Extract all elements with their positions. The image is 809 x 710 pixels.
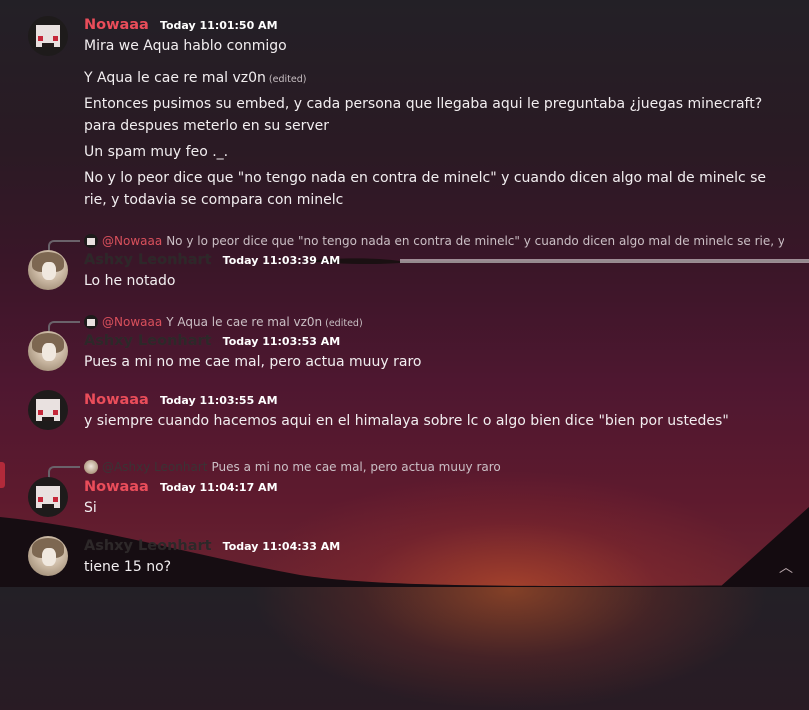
chevron-up-icon[interactable]: ︿ [779,557,793,577]
message-text: Un spam muy feo ._. [84,144,229,160]
message-text: y siempre cuando hacemos aqui en el hima… [84,413,729,429]
message-text: Si [84,500,97,516]
message-text: No y lo peor dice que "no tengo nada en … [84,170,767,208]
timestamp: Today 11:01:50 AM [159,19,278,32]
message-text-content: Y Aqua le cae re mal vz0n [84,70,266,86]
unread-indicator [0,462,5,488]
timestamp: Today 11:03:55 AM [159,394,278,407]
username[interactable]: Ashxy Leonhart [84,252,212,268]
reply-author[interactable]: @Nowaaa [102,315,162,329]
timestamp: Today 11:03:39 AM [222,254,341,267]
timestamp: Today 11:04:33 AM [222,540,341,553]
message-text: Y Aqua le cae re mal vz0n (edited) [84,67,784,91]
message-text: Pues a mi no me cae mal, pero actua muuy… [84,354,422,370]
username[interactable]: Ashxy Leonhart [84,538,212,554]
username[interactable]: Nowaaa [84,392,149,408]
username[interactable]: Ashxy Leonhart [84,333,212,349]
reply-author[interactable]: @Nowaaa [102,234,162,248]
message-text: Entonces pusimos su embed, y cada person… [84,96,763,134]
timestamp: Today 11:03:53 AM [222,335,341,348]
message-header: Ashxy Leonhart Today 11:03:39 AM [84,250,340,268]
reply-text: Pues a mi no me cae mal, pero actua muuy… [211,460,501,474]
message-header: Ashxy Leonhart Today 11:03:53 AM [84,331,340,349]
reply-connector [48,466,80,478]
reply-avatar-icon [84,460,98,474]
reply-avatar-icon [84,315,98,329]
edited-label: (edited) [325,318,363,329]
photo-avatar-icon[interactable] [28,536,68,576]
reply-text: Y Aqua le cae re mal vz0n [166,315,323,329]
message-header: Nowaaa Today 11:01:50 AM [84,15,278,33]
message-text: Mira we Aqua hablo conmigo [84,38,287,54]
pixel-avatar-icon[interactable] [28,16,68,56]
reply-preview[interactable]: @Nowaaa No y lo peor dice que "no tengo n… [84,233,784,249]
edited-label: (edited) [268,74,307,85]
pixel-avatar-icon[interactable] [28,390,68,430]
reply-text: No y lo peor dice que "no tengo nada en … [166,234,784,248]
pixel-avatar-icon[interactable] [28,477,68,517]
message-header: Nowaaa Today 11:03:55 AM [84,390,278,408]
reply-preview[interactable]: @Ashxy Leonhart Pues a mi no me cae mal, … [84,459,784,475]
reply-avatar-icon [84,234,98,248]
message-text: Lo he notado [84,273,176,289]
message-text: tiene 15 no? [84,559,172,575]
message-header: Ashxy Leonhart Today 11:04:33 AM [84,536,340,554]
reply-author[interactable]: @Ashxy Leonhart [102,460,208,474]
message-header: Nowaaa Today 11:04:17 AM [84,477,278,495]
photo-avatar-icon[interactable] [28,331,68,371]
username[interactable]: Nowaaa [84,479,149,495]
photo-avatar-icon[interactable] [28,250,68,290]
reply-preview[interactable]: @Nowaaa Y Aqua le cae re mal vz0n (edited) [84,314,784,330]
contrail-decoration [300,258,809,265]
timestamp: Today 11:04:17 AM [159,481,278,494]
username[interactable]: Nowaaa [84,17,149,33]
